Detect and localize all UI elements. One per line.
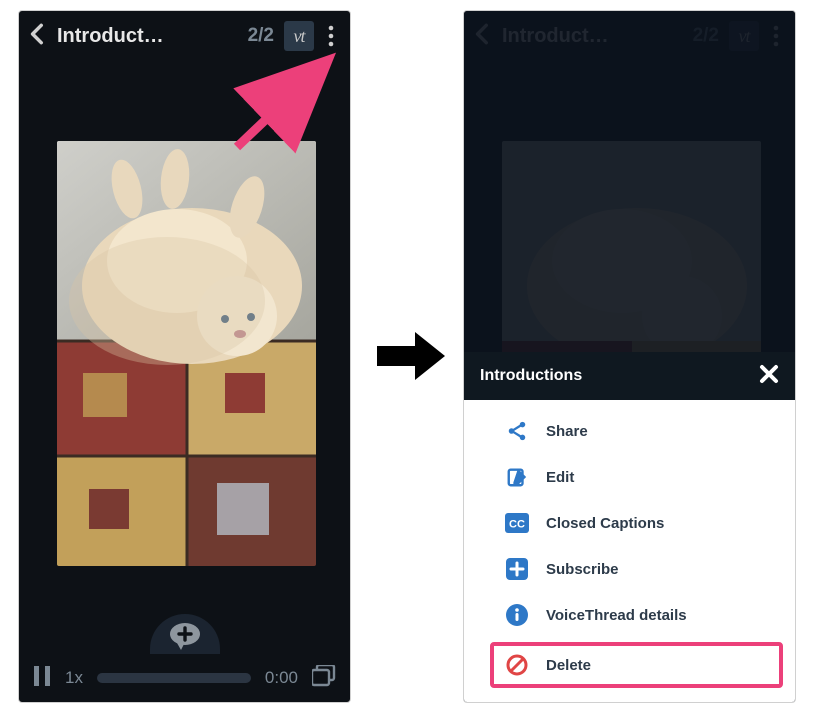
pause-icon[interactable]: [33, 666, 51, 691]
subscribe-icon: [504, 556, 530, 582]
annotation-arrow-icon: [219, 49, 349, 159]
voicethread-player-view: Introduct… 2/2 vt: [18, 10, 351, 703]
menu-item-cc[interactable]: CC Closed Captions: [464, 500, 795, 546]
menu-item-label: Subscribe: [546, 561, 619, 578]
playback-speed[interactable]: 1x: [65, 668, 83, 688]
menu-item-subscribe[interactable]: Subscribe: [464, 546, 795, 592]
closed-captions-icon: CC: [504, 510, 530, 536]
menu-item-label: Share: [546, 423, 588, 440]
slide-image: [57, 141, 316, 566]
info-icon: [504, 602, 530, 628]
bottom-controls: 1x 0:00: [19, 612, 350, 702]
close-icon[interactable]: [759, 364, 779, 389]
menu-item-label: Closed Captions: [546, 515, 664, 532]
scrubber[interactable]: [97, 673, 251, 683]
edit-icon: [504, 464, 530, 490]
menu-item-label: VoiceThread details: [546, 607, 687, 624]
more-options-icon[interactable]: [318, 19, 344, 53]
menu-item-delete[interactable]: Delete: [490, 642, 783, 688]
delete-icon: [504, 652, 530, 678]
menu-header: Introductions: [464, 352, 795, 400]
vt-logo-icon: vt: [284, 21, 314, 51]
options-menu: Introductions Share: [464, 352, 795, 702]
menu-item-details[interactable]: VoiceThread details: [464, 592, 795, 638]
menu-item-label: Delete: [546, 657, 591, 674]
elapsed-time: 0:00: [265, 668, 298, 688]
add-comment-button[interactable]: [150, 614, 220, 654]
menu-item-label: Edit: [546, 469, 574, 486]
slides-grid-icon[interactable]: [312, 665, 336, 692]
share-icon: [504, 418, 530, 444]
voicethread-options-menu-view: Introduct… 2/2 vt: [463, 10, 796, 703]
menu-item-share[interactable]: Share: [464, 408, 795, 454]
back-icon[interactable]: [25, 21, 51, 52]
menu-title: Introductions: [480, 367, 759, 385]
svg-text:CC: CC: [509, 519, 525, 531]
slide-title: Introduct…: [57, 25, 238, 48]
slide-counter: 2/2: [248, 25, 274, 47]
menu-item-edit[interactable]: Edit: [464, 454, 795, 500]
transition-arrow-icon: [375, 328, 447, 384]
